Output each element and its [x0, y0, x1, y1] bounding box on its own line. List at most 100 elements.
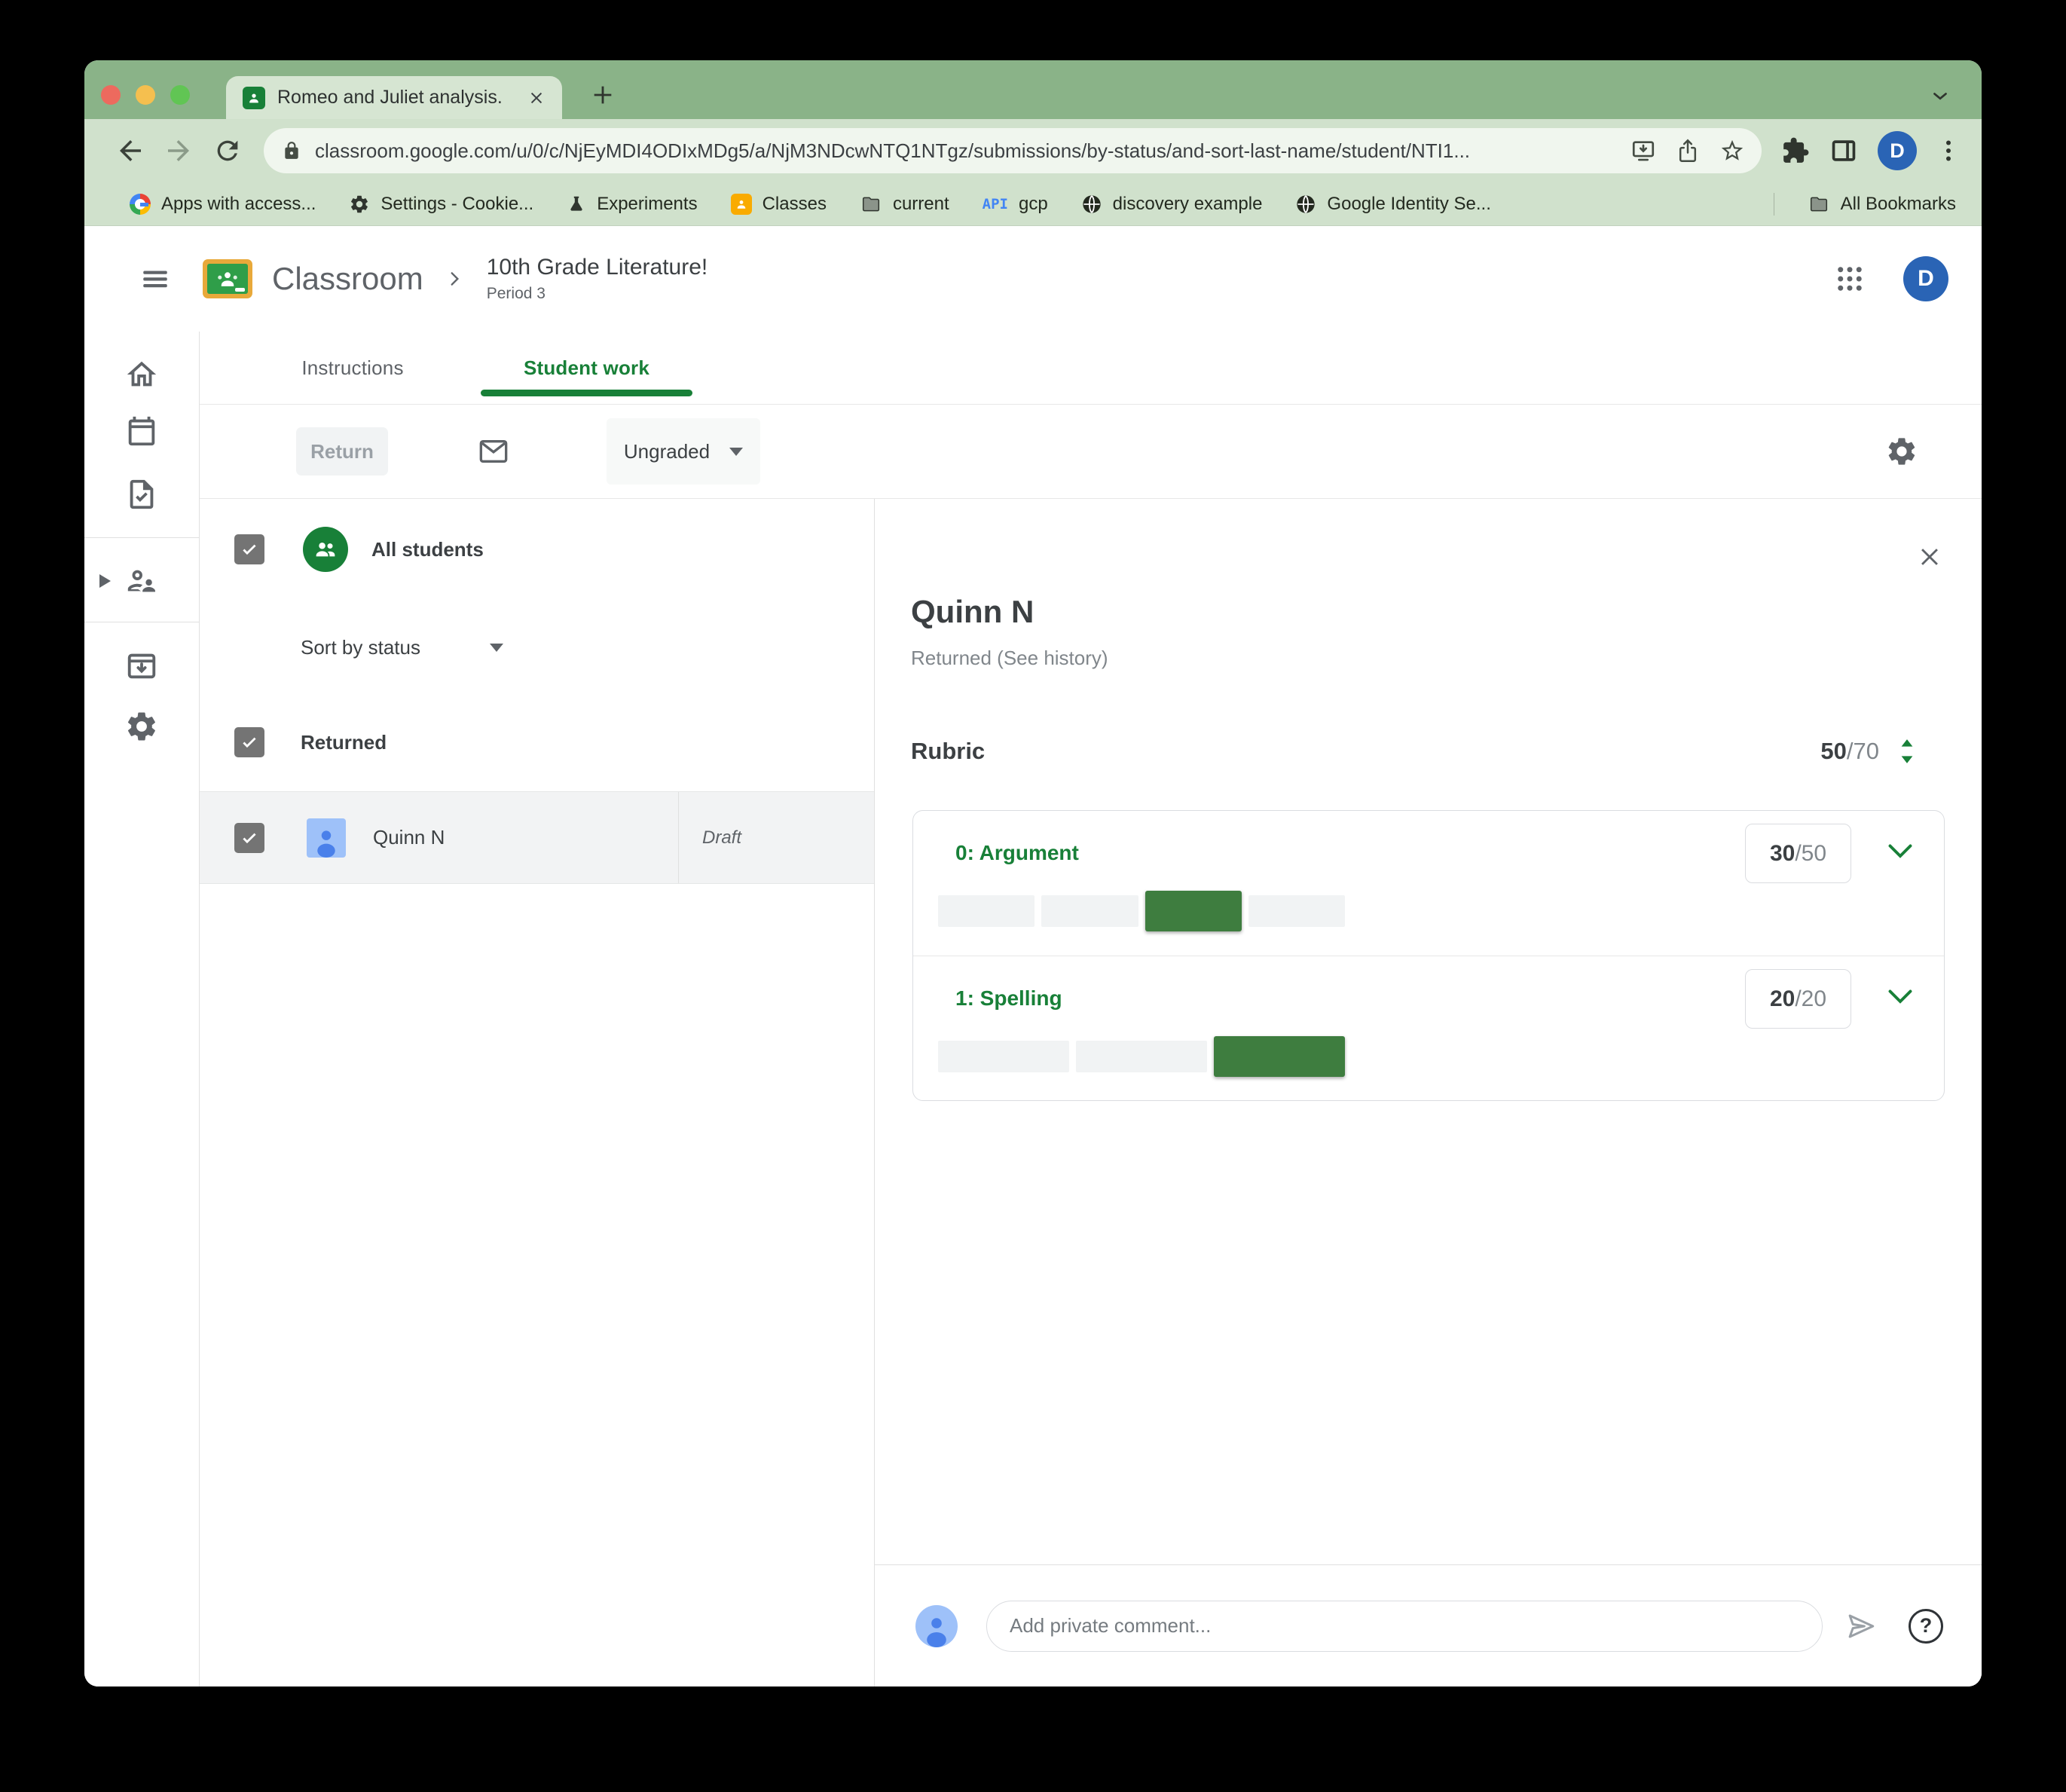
chevron-down-icon[interactable]: [1887, 988, 1914, 1006]
rubric-level[interactable]: [1248, 895, 1345, 927]
minimize-window-button[interactable]: [136, 85, 155, 105]
assignment-tabs: Instructions Student work: [200, 332, 1982, 405]
bookmark-item[interactable]: Experiments: [567, 194, 698, 215]
course-period: Period 3: [486, 285, 546, 302]
google-apps-icon[interactable]: [1834, 263, 1866, 295]
grading-settings-icon[interactable]: [1885, 435, 1918, 468]
share-icon[interactable]: [1676, 138, 1700, 164]
zoom-window-button[interactable]: [170, 85, 190, 105]
criterion-score-box[interactable]: 30/50: [1745, 824, 1851, 883]
detail-status-line[interactable]: Returned (See history): [911, 647, 1108, 670]
rubric-level-selected[interactable]: [1214, 1036, 1345, 1077]
home-icon[interactable]: [124, 357, 159, 392]
classroom-app: Classroom 10th Grade Literature! Period …: [84, 226, 1982, 1686]
score-stepper-icon[interactable]: [1897, 737, 1917, 766]
forward-icon[interactable]: [163, 135, 194, 167]
criterion-name[interactable]: 0: Argument: [955, 841, 1079, 865]
caret-down-icon: [489, 643, 503, 652]
detail-student-name: Quinn N: [911, 594, 1035, 629]
private-comment-input[interactable]: [986, 1600, 1823, 1652]
rubric-card: 0: Argument 30/50 1: Spelling 20/20: [912, 810, 1945, 1101]
app-name[interactable]: Classroom: [272, 261, 423, 297]
return-button[interactable]: Return: [296, 427, 388, 476]
all-students-row[interactable]: All students: [234, 527, 484, 572]
to-review-icon[interactable]: [124, 477, 159, 512]
account-avatar[interactable]: D: [1903, 256, 1948, 301]
student-detail-panel: Quinn N Returned (See history) Rubric 50…: [874, 499, 1982, 1686]
bookmark-item[interactable]: Settings - Cookie...: [349, 194, 533, 215]
expand-arrow-icon[interactable]: [99, 574, 111, 588]
commenter-avatar: [915, 1604, 958, 1647]
student-list-panel: All students Sort by status Returned Qui…: [200, 499, 874, 1686]
teaching-icon[interactable]: [124, 563, 159, 598]
bookmark-star-icon[interactable]: [1719, 138, 1745, 164]
returned-group-row[interactable]: Returned: [234, 727, 387, 757]
bookmark-item[interactable]: Apps with access...: [130, 193, 316, 215]
reload-icon[interactable]: [212, 136, 243, 166]
extensions-icon[interactable]: [1781, 136, 1810, 165]
browser-tab[interactable]: Romeo and Juliet analysis.: [226, 76, 562, 119]
criterion-score-box[interactable]: 20/20: [1745, 969, 1851, 1029]
rubric-total-score: 50/70: [1820, 738, 1879, 764]
all-students-avatar: [303, 527, 348, 572]
main-menu-icon[interactable]: [139, 263, 171, 295]
returned-group-checkbox[interactable]: [234, 727, 264, 757]
rubric-header: Rubric 50/70: [911, 737, 1917, 766]
rail-divider: [84, 537, 199, 538]
chevron-down-icon[interactable]: [1887, 842, 1914, 861]
send-icon[interactable]: [1845, 1610, 1877, 1642]
new-tab-button[interactable]: [586, 78, 619, 112]
tab-search-chevron-icon[interactable]: [1927, 84, 1953, 107]
kebab-menu-icon[interactable]: [1935, 137, 1962, 164]
rubric-criterion: 0: Argument 30/50: [913, 811, 1944, 956]
tab-student-work[interactable]: Student work: [481, 332, 692, 404]
classroom-header: Classroom 10th Grade Literature! Period …: [84, 226, 1982, 332]
navigation-rail: [84, 332, 200, 1686]
globe-icon: [1081, 194, 1102, 215]
rubric-level[interactable]: [938, 1041, 1069, 1072]
rubric-level[interactable]: [938, 895, 1035, 927]
bookmark-item[interactable]: Classes: [730, 193, 827, 215]
bookmark-item[interactable]: API gcp: [983, 194, 1048, 215]
bookmarks-bar: Apps with access... Settings - Cookie...…: [84, 182, 1982, 226]
browser-window: Romeo and Juliet analysis. classroom.goo…: [84, 60, 1982, 1686]
lock-icon[interactable]: [282, 141, 301, 161]
browser-tab-strip: Romeo and Juliet analysis.: [84, 60, 1982, 119]
flask-icon: [567, 194, 586, 215]
close-window-button[interactable]: [101, 85, 121, 105]
email-icon[interactable]: [478, 439, 509, 464]
student-row[interactable]: Quinn N Draft: [200, 791, 874, 884]
bookmark-item[interactable]: Google Identity Se...: [1295, 194, 1491, 215]
classroom-icon: [730, 193, 752, 215]
student-checkbox[interactable]: [234, 823, 264, 853]
tab-instructions[interactable]: Instructions: [270, 332, 436, 404]
address-bar[interactable]: classroom.google.com/u/0/c/NjEyMDI4ODIxM…: [264, 128, 1762, 173]
bookmark-item[interactable]: discovery example: [1081, 194, 1262, 215]
all-bookmarks-button[interactable]: All Bookmarks: [1808, 194, 1956, 215]
install-app-icon[interactable]: [1630, 138, 1656, 164]
settings-icon[interactable]: [124, 709, 159, 744]
back-icon[interactable]: [115, 135, 146, 167]
help-icon[interactable]: ?: [1909, 1608, 1943, 1644]
sort-dropdown[interactable]: Sort by status: [301, 628, 503, 666]
bookmark-item[interactable]: current: [860, 194, 949, 215]
archived-classes-icon[interactable]: [124, 648, 159, 683]
browser-profile-avatar[interactable]: D: [1878, 131, 1917, 170]
criterion-name[interactable]: 1: Spelling: [955, 986, 1062, 1011]
browser-toolbar: classroom.google.com/u/0/c/NjEyMDI4ODIxM…: [84, 119, 1982, 182]
course-title[interactable]: 10th Grade Literature!: [487, 255, 708, 280]
classroom-logo-icon[interactable]: [203, 259, 252, 298]
tab-title: Romeo and Juliet analysis.: [277, 87, 503, 108]
rubric-level[interactable]: [1076, 1041, 1207, 1072]
url-text: classroom.google.com/u/0/c/NjEyMDI4ODIxM…: [315, 139, 1471, 162]
rubric-level[interactable]: [1041, 895, 1138, 927]
side-panel-icon[interactable]: [1829, 136, 1858, 165]
close-icon[interactable]: [1917, 544, 1942, 570]
grade-filter-dropdown[interactable]: Ungraded: [607, 418, 760, 485]
returned-group-label: Returned: [301, 730, 387, 754]
row-divider: [678, 792, 679, 883]
calendar-icon[interactable]: [124, 414, 159, 448]
rubric-level-selected[interactable]: [1145, 891, 1242, 931]
tab-close-icon[interactable]: [524, 86, 549, 110]
all-students-checkbox[interactable]: [234, 534, 264, 564]
